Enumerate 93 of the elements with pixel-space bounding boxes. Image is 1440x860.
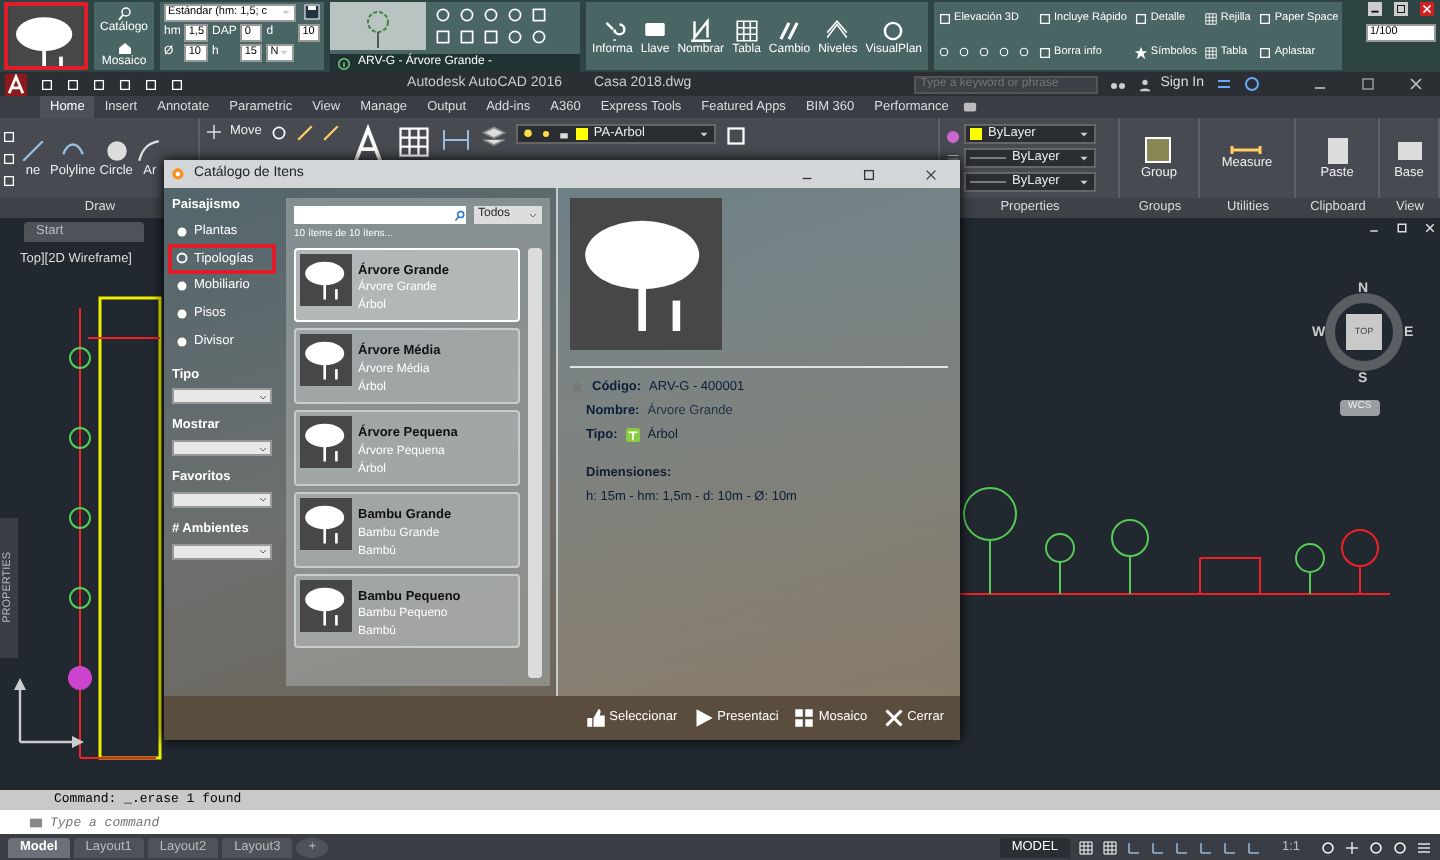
close-icon bbox=[1424, 222, 1436, 234]
preview-drawing bbox=[330, 2, 427, 50]
square-icon bbox=[434, 28, 453, 46]
grid-icon bbox=[1204, 45, 1219, 60]
ucs-axes-icon bbox=[14, 678, 84, 748]
tree-thumbnail bbox=[300, 334, 352, 387]
caret-icon bbox=[697, 128, 710, 140]
grid-icon bbox=[1101, 839, 1118, 855]
close-icon bbox=[1418, 2, 1436, 16]
line-sample-icon bbox=[970, 178, 1006, 186]
layers-icon bbox=[479, 124, 508, 152]
house-icon bbox=[115, 39, 134, 55]
circle-icon bbox=[938, 46, 951, 59]
circle-icon bbox=[1018, 46, 1031, 59]
exchange-icon bbox=[1216, 76, 1232, 92]
close-icon bbox=[924, 167, 938, 181]
radio-dot-icon bbox=[176, 252, 188, 265]
thumbs-up-icon bbox=[585, 708, 606, 728]
plus-icon bbox=[1344, 839, 1360, 855]
bulb-icon bbox=[521, 128, 534, 140]
circle-icon bbox=[103, 137, 130, 164]
help-icon bbox=[1244, 76, 1260, 92]
line-sample-icon bbox=[970, 154, 1006, 162]
radio-dot-icon bbox=[176, 307, 188, 320]
color-swatch-icon bbox=[970, 128, 982, 140]
caret-icon bbox=[278, 46, 291, 58]
tree-thumbnail bbox=[300, 579, 352, 631]
tree-thumbnail bbox=[8, 6, 84, 66]
restore-icon bbox=[1396, 222, 1408, 234]
filter-select[interactable] bbox=[172, 543, 272, 559]
ruler-icon bbox=[1230, 144, 1263, 157]
command-icon bbox=[28, 815, 44, 829]
lock-icon bbox=[557, 128, 570, 140]
info-icon bbox=[338, 57, 351, 69]
app-logo-icon bbox=[4, 73, 28, 95]
move-arrows-icon bbox=[206, 124, 222, 140]
tiles-icon bbox=[794, 708, 815, 728]
circle-icon bbox=[1392, 839, 1408, 855]
close-icon bbox=[1408, 76, 1424, 92]
search-icon bbox=[115, 5, 134, 21]
layers-icon bbox=[824, 17, 851, 43]
tree-type-icon bbox=[625, 427, 640, 442]
color-wheel-icon bbox=[946, 129, 960, 143]
play-icon bbox=[693, 708, 714, 728]
sun-icon bbox=[539, 128, 552, 140]
restore-icon bbox=[1360, 76, 1376, 92]
grid-icon bbox=[1077, 839, 1094, 855]
group-icon bbox=[1142, 134, 1175, 167]
table-icon bbox=[733, 17, 760, 43]
circle-icon bbox=[880, 17, 907, 43]
radio-dot-icon bbox=[176, 335, 188, 348]
square-icon bbox=[482, 28, 501, 46]
grid-icon bbox=[1204, 12, 1219, 27]
star-icon bbox=[1134, 45, 1149, 60]
search-icon bbox=[454, 209, 466, 221]
circle-icon bbox=[506, 28, 525, 46]
caret-icon bbox=[280, 6, 293, 18]
circle-icon bbox=[482, 6, 501, 24]
filter-select[interactable] bbox=[172, 440, 272, 456]
circle-icon bbox=[434, 6, 453, 24]
scrollbar[interactable] bbox=[528, 247, 542, 678]
circle-icon bbox=[958, 46, 971, 59]
circle-icon bbox=[998, 46, 1011, 59]
filter-select[interactable] bbox=[172, 491, 272, 508]
tree-thumbnail bbox=[300, 416, 352, 468]
line-icon bbox=[20, 137, 46, 164]
maximize-icon bbox=[862, 167, 876, 181]
close-icon bbox=[883, 708, 904, 728]
maximize-icon bbox=[1392, 2, 1410, 16]
square-icon bbox=[458, 28, 477, 46]
radio-dot-icon bbox=[176, 280, 188, 293]
radio-dot-icon bbox=[176, 225, 188, 238]
filter-select[interactable] bbox=[172, 388, 272, 405]
save-icon bbox=[304, 4, 321, 20]
minimize-icon bbox=[1366, 2, 1384, 16]
circle-icon bbox=[506, 6, 525, 24]
circle-icon bbox=[530, 28, 549, 46]
circle-icon bbox=[458, 6, 477, 24]
circle-icon bbox=[978, 46, 991, 59]
letter-icon bbox=[687, 17, 714, 43]
lines-icon bbox=[946, 151, 960, 165]
catalog-search-icon bbox=[170, 165, 188, 183]
tree-thumbnail bbox=[300, 497, 352, 550]
search-field[interactable] bbox=[294, 206, 466, 224]
table-icon bbox=[395, 124, 432, 160]
stripes-icon bbox=[776, 17, 803, 43]
square-icon bbox=[530, 6, 549, 24]
person-icon bbox=[1138, 77, 1153, 91]
menu-icon bbox=[1416, 839, 1432, 855]
arc-icon bbox=[136, 137, 163, 164]
color-swatch-icon bbox=[575, 128, 588, 140]
dimension-icon bbox=[439, 124, 472, 156]
tree-thumbnail bbox=[300, 253, 352, 305]
